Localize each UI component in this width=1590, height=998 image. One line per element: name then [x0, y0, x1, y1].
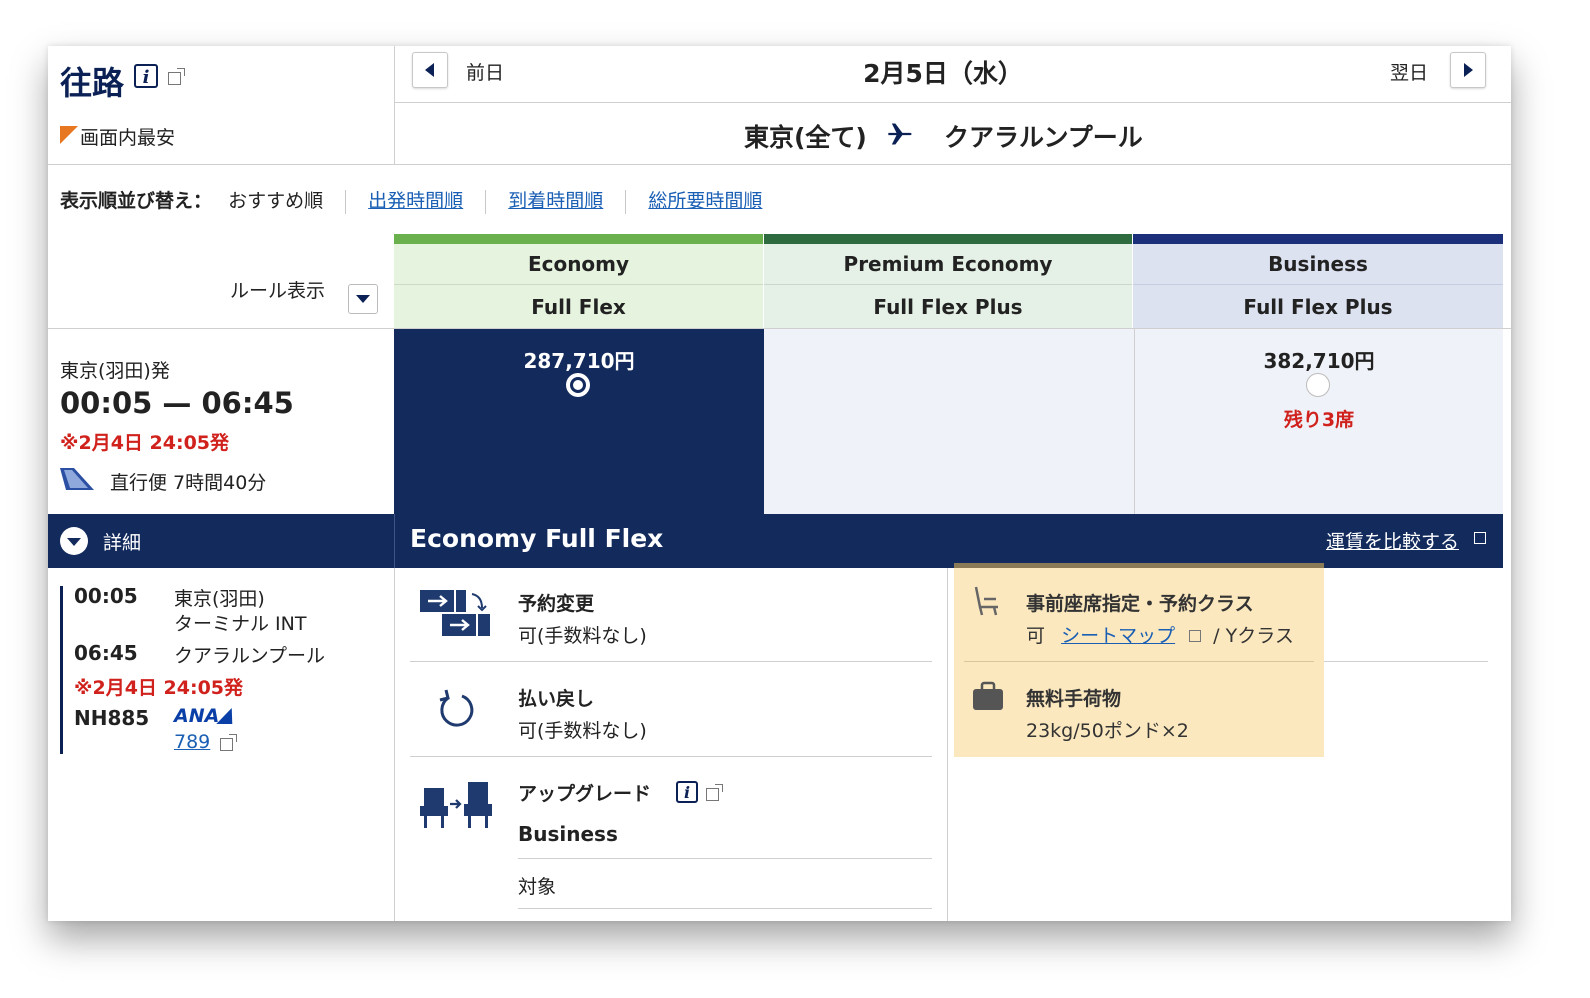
fare-cell-economy[interactable]: 287,710円 — [394, 329, 764, 514]
fare-header-economy: Economy Full Flex — [394, 234, 763, 329]
fare-cell-premium-economy — [764, 329, 1134, 514]
sort-label: 表示順並び替え： — [60, 190, 213, 212]
caret-left-icon — [425, 63, 434, 77]
feature-upgrade-value: 対象 — [518, 876, 557, 898]
chevron-down-icon — [356, 295, 370, 303]
booking-class: / Yクラス — [1213, 625, 1294, 647]
current-date: 2月5日（水） — [863, 59, 1023, 88]
cheapest-label: 画面内最安 — [80, 127, 176, 149]
external-link-icon[interactable] — [168, 68, 185, 85]
fare-header-business: Business Full Flex Plus — [1133, 234, 1503, 329]
ana-tail-logo-icon — [60, 468, 94, 490]
origin-label: 東京(羽田)発 — [60, 360, 170, 382]
details-bar: 詳細 Economy Full Flex 運賃を比較する — [48, 514, 1503, 568]
sort-option-recommended[interactable]: おすすめ順 — [228, 190, 323, 212]
next-day-button[interactable] — [1450, 52, 1486, 88]
seat-icon — [974, 586, 998, 616]
fare-header-premium-economy: Premium Economy Full Flex Plus — [764, 234, 1132, 329]
highlighted-features-panel: 事前座席指定・予約クラス 可 シートマップ / Yクラス 無料手荷物 23kg/… — [954, 563, 1324, 757]
upgrade-icon — [420, 782, 492, 828]
baggage-icon — [973, 681, 1003, 710]
outbound-title: 往路 — [60, 64, 125, 102]
seat-selection-title: 事前座席指定・予約クラス — [1026, 593, 1254, 615]
airline-logo: ANA — [174, 705, 220, 727]
feature-change-value: 可(手数料なし) — [518, 625, 647, 647]
seat-selection-prefix: 可 — [1026, 625, 1046, 647]
cheapest-marker-icon — [60, 126, 78, 144]
rules-label: ルール表示 — [230, 280, 326, 302]
rules-dropdown-button[interactable] — [348, 284, 378, 314]
seats-remaining: 残り3席 — [1283, 409, 1355, 431]
feature-refund-value: 可(手数料なし) — [518, 720, 647, 742]
arr-time: 06:45 — [74, 641, 138, 665]
feature-upgrade-title: アップグレード — [518, 783, 652, 805]
arr-airport: クアラルンプール — [174, 645, 326, 667]
external-link-icon[interactable] — [706, 784, 723, 801]
change-reservation-icon — [420, 590, 490, 636]
external-link-icon[interactable] — [220, 734, 237, 751]
route-destination: クアラルンプール — [944, 123, 1143, 152]
refund-icon — [439, 689, 474, 727]
fare-price-business: 382,710円 — [1263, 349, 1375, 373]
fare-header-row: Economy Full Flex Premium Economy Full F… — [394, 234, 1503, 329]
fare-radio-business[interactable] — [1306, 373, 1330, 397]
caret-right-icon — [1464, 63, 1473, 77]
info-icon[interactable]: i — [676, 781, 698, 803]
sort-option-duration[interactable]: 総所要時間順 — [648, 190, 762, 212]
selected-fare-title: Economy Full Flex — [410, 524, 664, 553]
next-day-label[interactable]: 翌日 — [1390, 58, 1428, 85]
seat-map-link[interactable]: シートマップ — [1061, 625, 1175, 647]
route-origin: 東京(全て) — [744, 123, 867, 152]
sort-bar: 表示順並び替え： おすすめ順 出発時間順 到着時間順 総所要時間順 — [60, 186, 762, 214]
date-change-note: ※2月4日 24:05発 — [60, 432, 230, 454]
dep-airport: 東京(羽田) — [174, 588, 265, 610]
details-toggle-button[interactable] — [60, 527, 88, 555]
flight-times: 00:05 — 06:45 — [60, 386, 294, 420]
feature-refund-title: 払い戻し — [518, 688, 595, 710]
itinerary-timeline — [60, 586, 63, 754]
dep-time: 00:05 — [74, 584, 138, 608]
free-baggage-value: 23kg/50ポンド×2 — [1026, 720, 1189, 742]
chevron-down-icon — [67, 538, 81, 546]
seat-selection-value: 可 シートマップ / Yクラス — [1026, 621, 1294, 648]
feature-change-title: 予約変更 — [518, 593, 595, 615]
external-link-icon[interactable] — [1189, 630, 1202, 642]
details-label[interactable]: 詳細 — [103, 528, 141, 555]
compare-fares-link[interactable]: 運賃を比較する — [1326, 527, 1459, 554]
aircraft-link[interactable]: 789 — [174, 731, 210, 753]
airplane-icon — [888, 123, 912, 145]
airline-logo-mark-icon — [216, 708, 240, 724]
flight-selection-card: 往路 i 画面内最安 前日 2月5日（水） 翌日 東京(全て) クアラルンプール… — [48, 46, 1511, 921]
prev-day-label[interactable]: 前日 — [466, 58, 504, 85]
details-date-note: ※2月4日 24:05発 — [74, 677, 244, 699]
fare-radio-economy[interactable] — [566, 373, 590, 397]
fare-cell-business[interactable]: 382,710円 残り3席 — [1135, 329, 1503, 514]
sort-option-arrival[interactable]: 到着時間順 — [508, 190, 603, 212]
flight-number: NH885 — [74, 706, 150, 730]
new-window-icon[interactable] — [1474, 532, 1486, 544]
fare-price-economy: 287,710円 — [523, 349, 635, 373]
prev-day-button[interactable] — [412, 52, 448, 88]
dep-terminal: ターミナル INT — [174, 613, 307, 635]
free-baggage-title: 無料手荷物 — [1026, 688, 1122, 710]
info-icon[interactable]: i — [134, 64, 158, 88]
flight-duration: 直行便 7時間40分 — [110, 472, 267, 494]
feature-upgrade-class: Business — [518, 822, 618, 846]
sort-option-departure[interactable]: 出発時間順 — [368, 190, 463, 212]
